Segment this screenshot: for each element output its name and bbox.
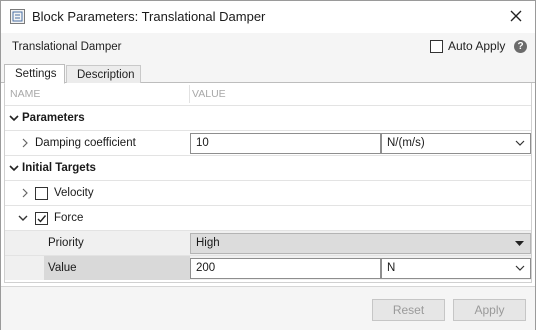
- title-bar: Block Parameters: Translational Damper: [1, 1, 535, 32]
- chevron-down-icon[interactable]: [8, 111, 20, 125]
- column-divider: [189, 85, 190, 103]
- priority-label: Priority: [48, 237, 84, 249]
- auto-apply-checkbox[interactable]: [430, 39, 443, 53]
- chevron-down-icon: [515, 140, 525, 146]
- dropdown-arrow-icon: [515, 241, 524, 246]
- section-initial-targets-label: Initial Targets: [22, 162, 96, 174]
- name-column-header: NAME: [10, 88, 41, 100]
- chevron-right-icon[interactable]: [19, 136, 31, 150]
- auto-apply-toggle[interactable]: Auto Apply: [430, 39, 505, 53]
- priority-dropdown[interactable]: High: [190, 233, 531, 254]
- close-button[interactable]: [503, 4, 529, 28]
- target-row-force: Force: [5, 205, 531, 230]
- section-parameters[interactable]: Parameters: [5, 105, 531, 130]
- close-icon[interactable]: [510, 10, 522, 22]
- damping-coefficient-input[interactable]: 10: [190, 133, 381, 154]
- force-checkbox[interactable]: [35, 212, 48, 225]
- damping-coefficient-label: Damping coefficient: [35, 137, 136, 149]
- force-priority-row: Priority High: [5, 230, 531, 255]
- chevron-down-icon: [515, 265, 525, 271]
- force-unit-value: N: [387, 262, 396, 274]
- block-name-label: Translational Damper: [12, 41, 122, 53]
- reset-button[interactable]: Reset: [372, 299, 445, 321]
- chevron-down-icon[interactable]: [8, 161, 20, 175]
- block-parameters-icon: [10, 9, 25, 24]
- tab-description[interactable]: Description: [66, 65, 141, 83]
- priority-value: High: [196, 237, 220, 249]
- value-column-header: VALUE: [192, 88, 226, 100]
- tab-settings[interactable]: Settings: [4, 64, 65, 84]
- tab-bar: Settings Description: [1, 61, 535, 84]
- force-unit-dropdown[interactable]: N: [381, 258, 531, 279]
- target-row-velocity: Velocity: [5, 180, 531, 205]
- help-icon[interactable]: ?: [514, 40, 527, 53]
- force-value-row: Value 200 N: [5, 255, 531, 280]
- dialog-footer: Reset Apply: [1, 286, 535, 330]
- block-parameters-dialog: Block Parameters: Translational Damper T…: [0, 0, 536, 330]
- parameter-table: NAME VALUE Parameters Damping coefficien…: [4, 83, 532, 283]
- block-header: Translational Damper Auto Apply ?: [1, 33, 535, 61]
- chevron-down-icon[interactable]: [17, 211, 29, 225]
- damping-unit-value: N/(m/s): [387, 137, 425, 149]
- velocity-checkbox[interactable]: [35, 187, 48, 200]
- velocity-label: Velocity: [54, 187, 94, 199]
- section-parameters-label: Parameters: [22, 112, 85, 124]
- window-title: Block Parameters: Translational Damper: [32, 9, 266, 24]
- auto-apply-label: Auto Apply: [448, 39, 506, 53]
- apply-button[interactable]: Apply: [453, 299, 526, 321]
- force-value-label: Value: [48, 262, 77, 274]
- damping-unit-dropdown[interactable]: N/(m/s): [381, 133, 531, 154]
- chevron-right-icon[interactable]: [19, 186, 31, 200]
- force-label: Force: [54, 212, 84, 224]
- param-row-damping: Damping coefficient 10 N/(m/s): [5, 130, 531, 155]
- checkmark-icon: [37, 215, 47, 223]
- section-initial-targets[interactable]: Initial Targets: [5, 155, 531, 180]
- force-value-input[interactable]: 200: [190, 258, 381, 279]
